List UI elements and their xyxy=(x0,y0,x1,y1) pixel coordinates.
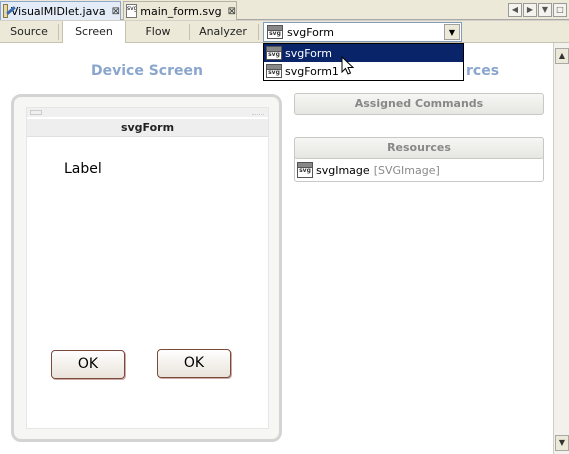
resource-type: [SVGImage] xyxy=(373,163,440,177)
tab-list-icon[interactable]: ▼ xyxy=(538,3,552,17)
separator xyxy=(189,24,190,40)
file-tab-label: main_form.svg xyxy=(140,4,222,18)
tab-flow[interactable]: Flow xyxy=(130,21,186,42)
ok-button-left[interactable]: OK xyxy=(51,350,125,379)
option-label: svgForm1 xyxy=(285,64,339,78)
svg-image-icon: svg xyxy=(297,162,313,178)
device-frame: svgForm Label OK OK xyxy=(11,94,282,442)
file-tab-visualmidlet[interactable]: VisualMIDlet.java ⊠ xyxy=(0,1,121,20)
ok-button-right[interactable]: OK xyxy=(157,349,231,378)
chevron-down-icon[interactable]: ▼ xyxy=(444,24,460,40)
option-label: svgForm xyxy=(285,46,332,60)
scroll-down-icon[interactable]: ▼ xyxy=(555,435,569,451)
tab-navigation: ◀ ▶ ▼ □ xyxy=(508,3,567,17)
vertical-scrollbar[interactable]: ▲ ▼ xyxy=(553,43,569,454)
form-selector-dropdown: svg svgForm svg svgForm1 xyxy=(263,43,464,81)
close-tab-icon[interactable]: ⊠ xyxy=(228,6,236,17)
tab-source[interactable]: Source xyxy=(0,21,58,42)
separator xyxy=(258,24,259,40)
separator xyxy=(58,24,59,40)
tab-screen[interactable]: Screen xyxy=(62,21,126,43)
scroll-up-icon[interactable]: ▲ xyxy=(555,48,569,64)
battery-icon xyxy=(252,110,264,115)
scroll-right-icon[interactable]: ▶ xyxy=(523,3,537,17)
form-title: svgForm xyxy=(27,119,268,137)
resource-name: svgImage xyxy=(316,163,370,177)
status-bar xyxy=(27,108,268,117)
device-screen-heading: Device Screen xyxy=(91,63,203,79)
form-label[interactable]: Label xyxy=(64,161,102,177)
resource-item[interactable]: svg svgImage [SVGImage] xyxy=(297,162,440,178)
resources-header[interactable]: Resources xyxy=(294,137,544,159)
svg-form-icon: svg xyxy=(266,64,282,78)
device-screen: svgForm Label OK OK xyxy=(26,107,269,429)
close-tab-icon[interactable]: ⊠ xyxy=(112,6,120,17)
svg-form-icon: svg xyxy=(266,46,282,60)
combo-value: svgForm xyxy=(287,25,334,39)
file-tab-main-form[interactable]: svg main_form.svg ⊠ xyxy=(123,1,237,20)
svg-file-icon: svg xyxy=(126,4,138,18)
mouse-cursor-icon xyxy=(341,56,355,75)
dropdown-option-svgform[interactable]: svg svgForm xyxy=(264,44,463,62)
maximize-icon[interactable]: □ xyxy=(553,3,567,17)
scroll-left-icon[interactable]: ◀ xyxy=(508,3,522,17)
svg-form-icon: svg xyxy=(267,25,283,39)
assigned-commands-header[interactable]: Assigned Commands xyxy=(294,93,544,115)
file-tab-label: VisualMIDlet.java xyxy=(10,4,106,18)
resources-heading: rces xyxy=(466,63,500,79)
dropdown-option-svgform1[interactable]: svg svgForm1 xyxy=(264,62,463,80)
form-selector-combo[interactable]: svg svgForm ▼ xyxy=(263,22,462,42)
signal-icon xyxy=(30,110,42,115)
editor-file-tabs: VisualMIDlet.java ⊠ svg main_form.svg ⊠ … xyxy=(0,0,569,20)
tab-analyzer[interactable]: Analyzer xyxy=(192,21,254,42)
resources-panel: Resources svg svgImage [SVGImage] xyxy=(294,137,544,182)
java-file-icon xyxy=(3,4,8,18)
